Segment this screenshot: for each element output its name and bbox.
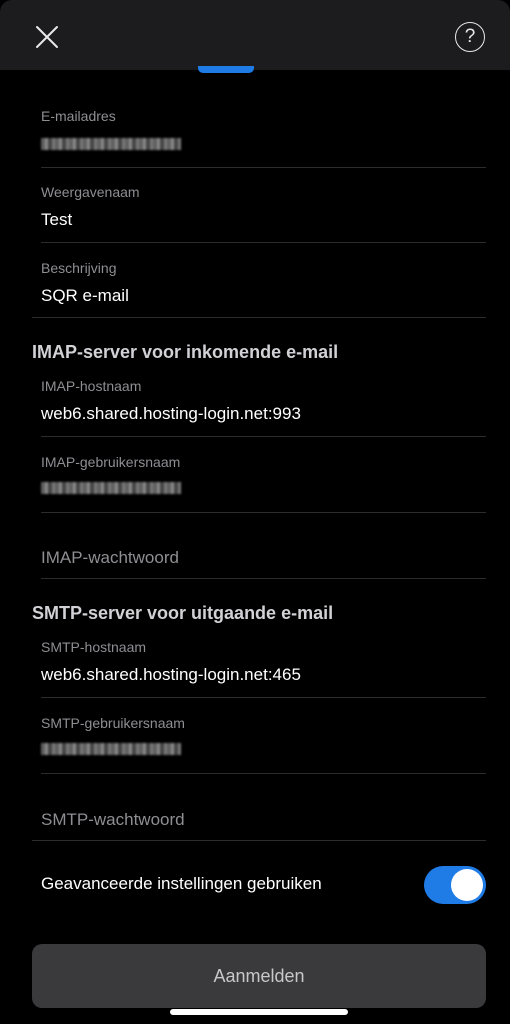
imap-hostname-value[interactable]: web6.shared.hosting-login.net:993 (41, 404, 301, 424)
imap-username-value-redacted (41, 482, 181, 494)
smtp-section-title: SMTP-server voor uitgaande e-mail (32, 603, 334, 623)
divider (41, 512, 486, 513)
toggle-knob (451, 869, 483, 901)
divider (41, 697, 486, 698)
imap-hostname-label: IMAP-hostnaam (41, 378, 142, 394)
advanced-settings-toggle[interactable] (424, 866, 486, 904)
divider (41, 436, 486, 437)
display-name-field[interactable]: Weergavenaam Test (41, 182, 486, 242)
smtp-username-label: SMTP-gebruikersnaam (41, 715, 185, 731)
divider (41, 578, 486, 579)
advanced-settings-label: Geavanceerde instellingen gebruiken (41, 874, 322, 893)
close-button[interactable] (30, 20, 64, 54)
help-button[interactable]: ? (455, 22, 485, 52)
imap-password-placeholder: IMAP-wachtwoord (41, 548, 179, 567)
imap-section-title: IMAP-server voor inkomende e-mail (32, 342, 339, 362)
smtp-password-input[interactable]: SMTP-wachtwoord (41, 808, 486, 838)
smtp-password-placeholder: SMTP-wachtwoord (41, 810, 185, 829)
divider (32, 840, 486, 841)
description-label: Beschrijving (41, 260, 117, 276)
display-name-value[interactable]: Test (41, 210, 72, 230)
email-value-redacted (41, 138, 181, 150)
description-value[interactable]: SQR e-mail (41, 286, 129, 306)
scroll-indicator (198, 66, 254, 73)
imap-hostname-field[interactable]: IMAP-hostnaam web6.shared.hosting-login.… (41, 376, 486, 436)
imap-username-label: IMAP-gebruikersnaam (41, 454, 181, 470)
divider (41, 242, 486, 243)
imap-username-field[interactable]: IMAP-gebruikersnaam (41, 452, 486, 512)
top-bar: ? (0, 0, 510, 70)
email-field[interactable]: E-mailadres (41, 106, 486, 166)
description-field[interactable]: Beschrijving SQR e-mail (41, 258, 486, 318)
imap-password-input[interactable]: IMAP-wachtwoord (41, 546, 486, 576)
divider (41, 167, 486, 168)
smtp-hostname-label: SMTP-hostnaam (41, 639, 147, 655)
signin-button[interactable]: Aanmelden (32, 944, 486, 1008)
smtp-username-value-redacted (41, 743, 181, 755)
smtp-hostname-value[interactable]: web6.shared.hosting-login.net:465 (41, 665, 301, 685)
email-label: E-mailadres (41, 108, 116, 124)
close-icon (36, 26, 58, 48)
smtp-username-field[interactable]: SMTP-gebruikersnaam (41, 713, 486, 773)
display-name-label: Weergavenaam (41, 184, 140, 200)
divider (32, 317, 486, 318)
home-indicator (170, 1009, 348, 1015)
smtp-hostname-field[interactable]: SMTP-hostnaam web6.shared.hosting-login.… (41, 637, 486, 697)
divider (41, 773, 486, 774)
help-icon: ? (464, 26, 476, 47)
